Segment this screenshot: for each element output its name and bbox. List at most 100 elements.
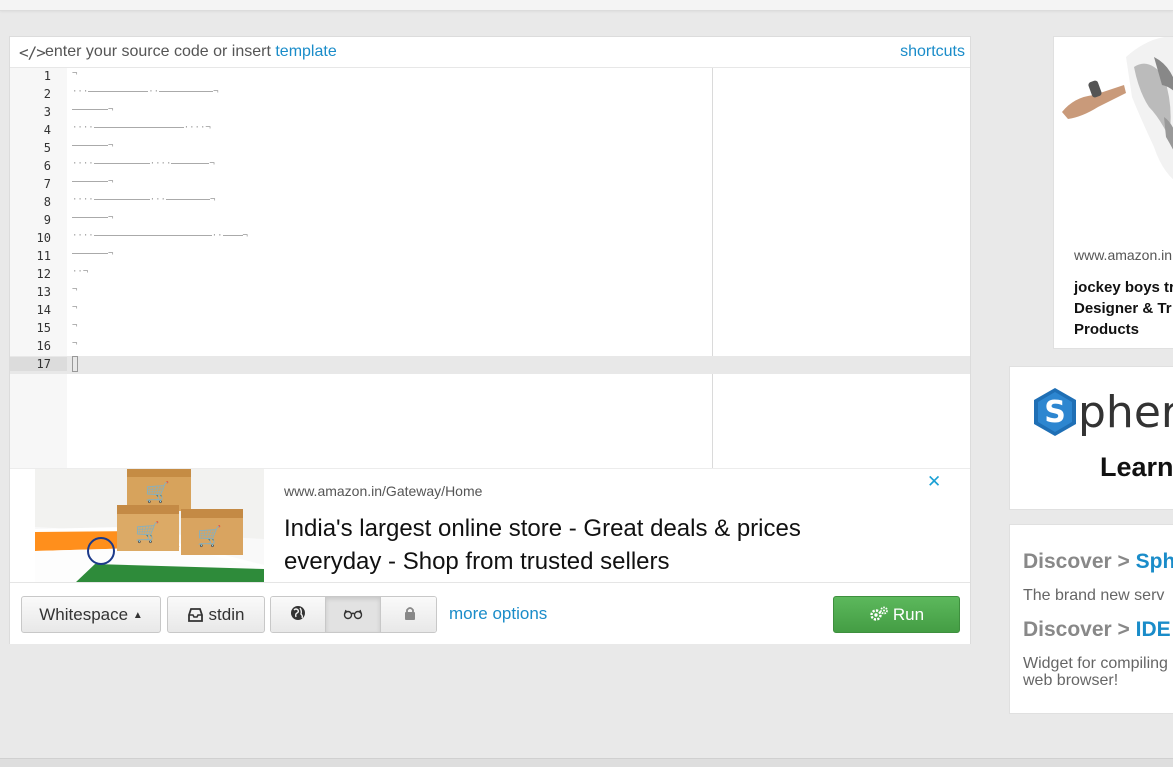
code-line[interactable]: 1 ¬	[10, 68, 970, 86]
line-number: 11	[36, 249, 51, 263]
public-toggle[interactable]	[271, 597, 326, 632]
discover-card: Discover > Sph The brand new serv Discov…	[1009, 524, 1173, 714]
discover-description: Widget for compiling	[1023, 655, 1168, 672]
sphere-wordmark: phere	[1078, 387, 1173, 438]
line-content: ···· ··· ¬	[72, 195, 216, 205]
svg-text:🛒: 🛒	[135, 520, 160, 544]
code-line[interactable]: 15 ¬	[10, 320, 970, 338]
private-toggle[interactable]	[381, 597, 436, 632]
product-url[interactable]: www.amazon.in	[1074, 247, 1172, 263]
lock-icon	[404, 599, 416, 632]
code-icon: </>	[19, 43, 46, 62]
line-content: ··· ·· ¬	[72, 87, 219, 97]
line-number: 3	[43, 105, 51, 119]
line-content: ¬	[72, 213, 113, 223]
ad-image[interactable]: 🛒 🛒 🛒	[35, 469, 264, 582]
gears-icon	[869, 599, 889, 634]
line-number: 1	[43, 69, 51, 83]
more-options-link[interactable]: more options	[449, 604, 547, 624]
header-prompt: enter your source code or insert templat…	[45, 43, 337, 61]
line-content: ···· ·· ¬	[72, 231, 248, 241]
product-image[interactable]	[1054, 37, 1173, 234]
code-line[interactable]: 10 ···· ·· ¬	[10, 230, 970, 248]
product-title[interactable]: jockey boys tr Designer & Tr Products	[1074, 277, 1173, 340]
line-number: 10	[36, 231, 51, 245]
side-ad-product[interactable]: www.amazon.in jockey boys tr Designer & …	[1053, 36, 1173, 349]
discover-sphere-link[interactable]: Discover > Sph	[1023, 550, 1173, 574]
language-select-button[interactable]: Whitespace ▲	[21, 596, 161, 633]
code-line[interactable]: 14 ¬	[10, 302, 970, 320]
unlisted-toggle[interactable]	[326, 597, 381, 632]
line-number: 17	[10, 357, 67, 371]
line-number: 2	[43, 87, 51, 101]
code-line-active[interactable]: 17	[10, 356, 970, 374]
line-content: ¬	[72, 105, 113, 115]
language-label: Whitespace	[39, 605, 129, 624]
ad-headline[interactable]: India's largest online store - Great dea…	[284, 512, 864, 578]
sphere-logo-letter: S	[1044, 395, 1066, 430]
code-line[interactable]: 11 ¬	[10, 248, 970, 266]
header-prompt-text: enter your source code or insert	[45, 43, 271, 60]
code-line[interactable]: 13 ¬	[10, 284, 970, 302]
line-number: 7	[43, 177, 51, 191]
line-content: ¬	[72, 249, 113, 259]
code-line[interactable]: 7 ¬	[10, 176, 970, 194]
globe-icon	[290, 599, 306, 632]
line-content: ¬	[72, 321, 78, 331]
discover-description: The brand new serv	[1023, 587, 1165, 604]
run-label: Run	[892, 605, 925, 624]
run-button[interactable]: Run	[833, 596, 960, 633]
discover-accent: IDE	[1135, 618, 1171, 641]
glasses-icon	[343, 598, 363, 632]
privacy-toggle-group	[270, 596, 437, 633]
sphere-learn-text: Learn	[1100, 452, 1173, 482]
line-content: ··¬	[72, 267, 89, 277]
line-number: 9	[43, 213, 51, 227]
code-line[interactable]: 6 ···· ···· ¬	[10, 158, 970, 176]
line-number: 4	[43, 123, 51, 137]
ad-url[interactable]: www.amazon.in/Gateway/Home	[284, 483, 482, 499]
editor-header: </> enter your source code or insert tem…	[10, 37, 970, 68]
stdin-label: stdin	[208, 605, 245, 624]
discover-prefix: Discover >	[1023, 618, 1136, 641]
code-line[interactable]: 2 ··· ·· ¬	[10, 86, 970, 104]
line-content: ¬	[72, 285, 78, 295]
inbox-icon	[187, 599, 203, 634]
code-line[interactable]: 8 ···· ··· ¬	[10, 194, 970, 212]
line-content: ········¬	[72, 159, 215, 169]
line-number: 5	[43, 141, 51, 155]
top-strip	[0, 0, 1173, 11]
code-line[interactable]: 4 ···· ····¬	[10, 122, 970, 140]
stdin-button[interactable]: stdin	[167, 596, 265, 633]
line-number: 8	[43, 195, 51, 209]
close-icon[interactable]: ✕	[927, 472, 941, 492]
caret-up-icon: ▲	[132, 610, 143, 621]
code-line[interactable]: 5 ¬	[10, 140, 970, 158]
shortcuts-link[interactable]: shortcuts	[900, 43, 965, 61]
discover-description: web browser!	[1023, 672, 1119, 689]
line-number: 12	[36, 267, 51, 281]
svg-text:🛒: 🛒	[145, 480, 170, 504]
svg-text:🛒: 🛒	[197, 524, 222, 548]
ad-banner[interactable]: 🛒 🛒 🛒 www.amazon.in/Gateway/Home India's…	[10, 468, 970, 582]
discover-ide-link[interactable]: Discover > IDE	[1023, 618, 1171, 642]
code-line[interactable]: 12 ··¬	[10, 266, 970, 284]
line-number: 13	[36, 285, 51, 299]
template-link[interactable]: template	[275, 43, 336, 60]
sphere-engage-card[interactable]: S phere Learn	[1009, 366, 1173, 510]
line-content: ¬	[72, 177, 113, 187]
code-line[interactable]: 9 ¬	[10, 212, 970, 230]
code-line[interactable]: 16 ¬	[10, 338, 970, 356]
code-editor[interactable]: 1 ¬ 2 ··· ·· ¬ 3 ¬ 4 ···· ····¬ 5 ¬ 6 ···· ·…	[10, 68, 970, 468]
line-number: 14	[36, 303, 51, 317]
line-number: 15	[36, 321, 51, 335]
line-content: ········¬	[72, 123, 211, 133]
code-line[interactable]: 3 ¬	[10, 104, 970, 122]
line-content: ¬	[72, 69, 78, 79]
toolbar: Whitespace ▲ stdin more options Run	[10, 582, 970, 644]
discover-prefix: Discover >	[1023, 550, 1136, 573]
text-cursor	[72, 356, 78, 372]
line-content: ¬	[72, 339, 78, 349]
line-number: 16	[36, 339, 51, 353]
line-content: ¬	[72, 141, 113, 151]
